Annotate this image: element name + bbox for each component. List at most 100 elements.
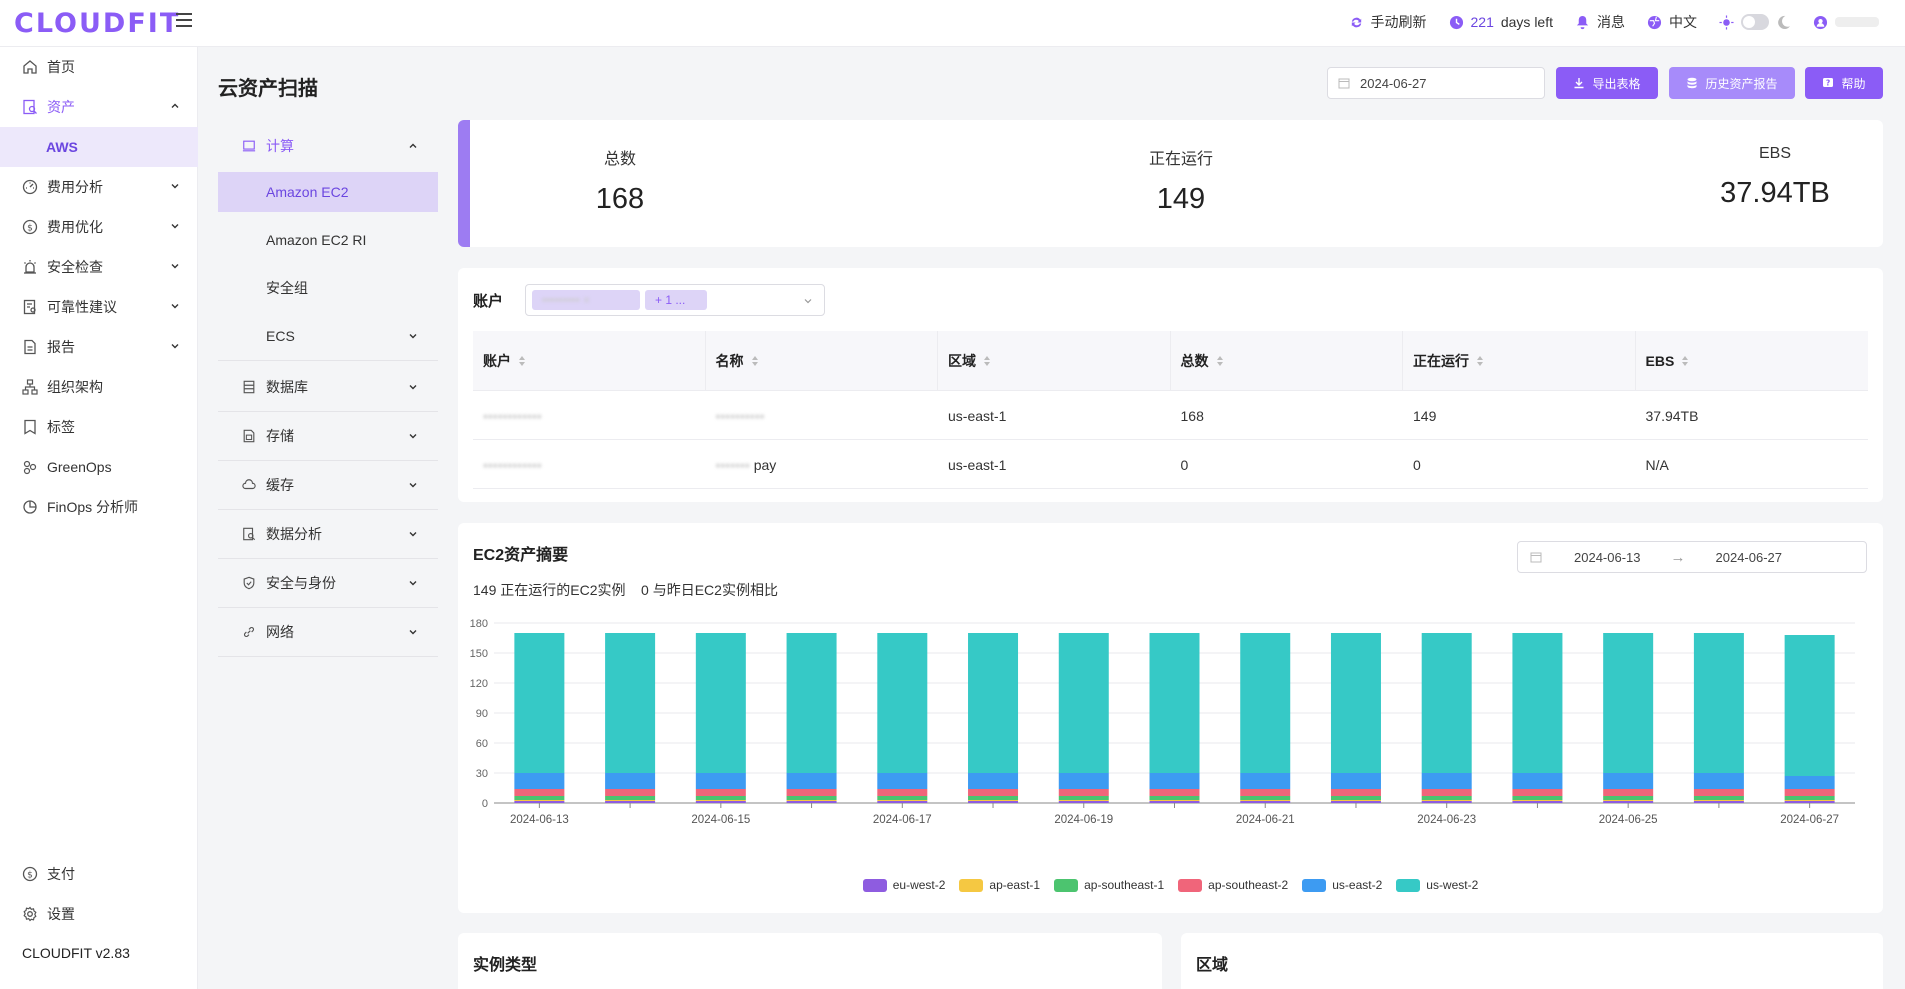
column-header-total[interactable]: 总数 xyxy=(1171,331,1403,391)
cell-region: us-east-1 xyxy=(948,408,1007,424)
menu-toggle-icon[interactable] xyxy=(176,13,192,27)
name-suffix: pay xyxy=(753,457,777,473)
service-item-ec2[interactable]: Amazon EC2 xyxy=(218,172,438,212)
accounts-card: 账户 ••••••••• × + 1 ... 账户 名称 区域 总数 正在运行 … xyxy=(458,268,1883,502)
sidebar-item-org[interactable]: 组织架构 xyxy=(0,367,198,407)
user-menu[interactable] xyxy=(1813,15,1879,30)
theme-toggle[interactable] xyxy=(1741,14,1769,30)
bar-segment xyxy=(1784,776,1835,789)
service-item-ec2-ri[interactable]: Amazon EC2 RI xyxy=(218,220,438,260)
language-switch[interactable]: 中文 xyxy=(1647,12,1697,32)
legend-item[interactable]: us-east-2 xyxy=(1302,878,1382,892)
column-header-region[interactable]: 区域 xyxy=(938,331,1171,391)
sidebar: 首页 资产 AWS 费用分析 $ 费用优化 安全检查 可靠性建议 报告 组织架构 xyxy=(0,47,198,989)
compare-text: 0 与昨日EC2实例相比 xyxy=(641,582,778,598)
top-right-actions: 手动刷新 221 days left 消息 中文 xyxy=(1349,0,1879,44)
sidebar-item-cost-optimization[interactable]: $ 费用优化 xyxy=(0,207,198,247)
sidebar-item-payment[interactable]: $ 支付 xyxy=(0,854,198,894)
sidebar-item-assets[interactable]: 资产 xyxy=(0,87,198,127)
service-group-cache[interactable]: 缓存 xyxy=(218,461,438,509)
cell-account: •••••••••••• xyxy=(473,441,706,489)
column-header-label: EBS xyxy=(1645,353,1675,369)
sidebar-item-greenops[interactable]: GreenOps xyxy=(0,447,198,487)
sidebar-item-aws[interactable]: AWS xyxy=(0,127,198,167)
snapshot-date-picker[interactable]: 2024-06-27 xyxy=(1327,67,1545,99)
service-group-database[interactable]: 数据库 xyxy=(218,363,438,411)
legend-item[interactable]: ap-east-1 xyxy=(959,878,1040,892)
legend-item[interactable]: eu-west-2 xyxy=(862,878,945,892)
column-header-name[interactable]: 名称 xyxy=(706,331,938,391)
sidebar-item-settings[interactable]: 设置 xyxy=(0,894,198,934)
legend-item[interactable]: ap-southeast-2 xyxy=(1178,878,1288,892)
sidebar-item-reports[interactable]: 报告 xyxy=(0,327,198,367)
legend-swatch xyxy=(1302,878,1327,892)
dollar-icon: $ xyxy=(22,866,38,882)
sidebar-item-home[interactable]: 首页 xyxy=(0,47,198,87)
bar-segment xyxy=(1421,800,1472,801)
alarm-icon xyxy=(24,260,36,274)
bar-segment xyxy=(1330,800,1381,801)
bar-segment xyxy=(1693,633,1744,773)
column-header-account[interactable]: 账户 xyxy=(473,331,706,391)
sidebar-item-reliability[interactable]: 可靠性建议 xyxy=(0,287,198,327)
sort-icon xyxy=(1216,356,1223,366)
account-tag[interactable]: ••••••••• × xyxy=(532,290,640,310)
legend-swatch xyxy=(862,878,887,892)
sidebar-item-label: 标签 xyxy=(47,419,75,435)
service-group-analytics[interactable]: 数据分析 xyxy=(218,510,438,558)
app-version: CLOUDFIT v2.83 xyxy=(22,945,130,961)
column-header-ebs[interactable]: EBS xyxy=(1636,331,1869,391)
bar-segment xyxy=(968,801,1019,803)
service-group-security-identity[interactable]: 安全与身份 xyxy=(218,559,438,607)
bar-segment xyxy=(1512,801,1563,803)
column-header-running[interactable]: 正在运行 xyxy=(1403,331,1636,391)
stat-running: 正在运行 149 xyxy=(1031,120,1331,216)
account-select[interactable]: ••••••••• × + 1 ... xyxy=(525,284,825,316)
sidebar-item-label: 资产 xyxy=(47,99,75,115)
bar-segment xyxy=(877,773,928,789)
globe-icon xyxy=(1647,15,1662,29)
bar-segment xyxy=(1149,796,1200,800)
days-count: 221 xyxy=(1470,14,1494,30)
calendar-icon xyxy=(1338,78,1350,89)
date-range-picker[interactable]: 2024-06-13 → 2024-06-27 xyxy=(1517,541,1867,573)
sidebar-item-tags[interactable]: 标签 xyxy=(0,407,198,447)
sidebar-item-security-check[interactable]: 安全检查 xyxy=(0,247,198,287)
export-table-button[interactable]: 导出表格 xyxy=(1556,67,1658,99)
service-group-compute[interactable]: 计算 xyxy=(218,122,438,170)
moon-icon xyxy=(1778,15,1791,29)
service-group-network[interactable]: 网络 xyxy=(218,608,438,656)
service-item-ecs[interactable]: ECS xyxy=(218,316,438,356)
legend-item[interactable]: us-west-2 xyxy=(1396,878,1478,892)
account-tag-blurred: ••••••••• × xyxy=(542,293,591,307)
theme-switch[interactable] xyxy=(1719,14,1791,30)
cell-name: ••••••• pay xyxy=(706,441,939,489)
refresh-button[interactable]: 手动刷新 xyxy=(1349,12,1427,32)
link-icon xyxy=(244,627,254,637)
bar-segment xyxy=(695,773,746,789)
help-button[interactable]: ? 帮助 xyxy=(1805,67,1883,99)
help-icon: ? xyxy=(1823,78,1834,88)
account-tag-more[interactable]: + 1 ... xyxy=(645,290,707,310)
history-report-button[interactable]: 历史资产报告 xyxy=(1669,67,1795,99)
range-start[interactable]: 2024-06-13 xyxy=(1574,550,1641,565)
sidebar-item-cost-analysis[interactable]: 费用分析 xyxy=(0,167,198,207)
app-logo[interactable]: CLOUDFIT xyxy=(14,8,180,39)
service-group-storage[interactable]: 存储 xyxy=(218,412,438,460)
range-end[interactable]: 2024-06-27 xyxy=(1716,550,1783,565)
sidebar-item-finops-analyst[interactable]: FinOps 分析师 xyxy=(0,487,198,527)
messages-button[interactable]: 消息 xyxy=(1575,12,1625,32)
table-row[interactable]: •••••••••••• •••••••••• us-east-1 168 14… xyxy=(473,392,1868,440)
service-item-security-group[interactable]: 安全组 xyxy=(218,268,438,308)
cell-running: 0 xyxy=(1413,457,1421,473)
bar-segment xyxy=(695,801,746,803)
bar-segment xyxy=(877,796,928,800)
column-header-label: 名称 xyxy=(715,353,744,369)
table-row[interactable]: •••••••••••• ••••••• pay us-east-1 0 0 N… xyxy=(473,441,1868,489)
bar-segment xyxy=(1693,800,1744,801)
column-header-label: 正在运行 xyxy=(1413,353,1469,369)
legend-item[interactable]: ap-southeast-1 xyxy=(1054,878,1164,892)
bar-segment xyxy=(605,796,656,800)
clock-icon xyxy=(1449,15,1463,29)
instance-type-card: 实例类型 xyxy=(458,933,1162,989)
